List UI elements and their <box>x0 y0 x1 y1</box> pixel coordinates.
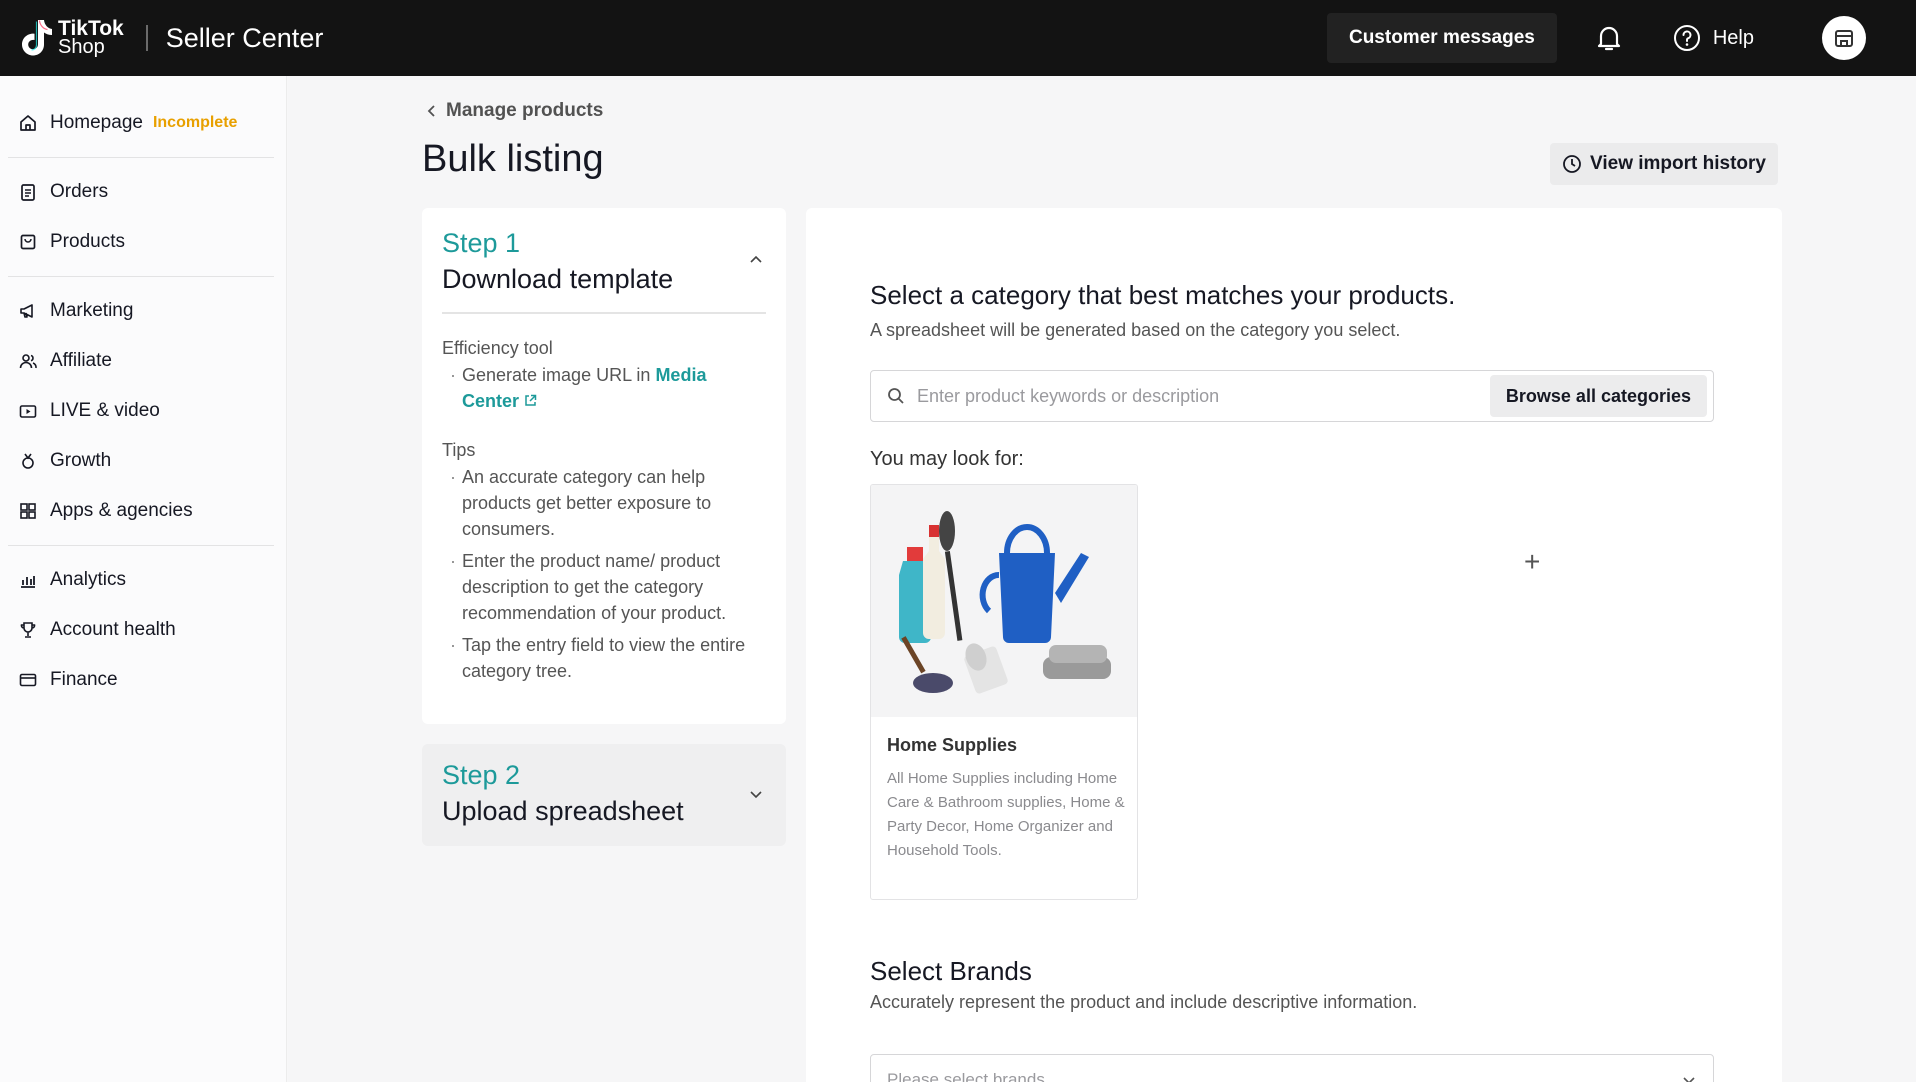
top-bar: TikTok Shop Seller Center Customer messa… <box>0 0 1916 76</box>
card-icon <box>19 673 37 687</box>
package-icon <box>20 234 36 250</box>
you-may-look-for-label: You may look for: <box>870 448 1024 470</box>
tiktok-shop-logo[interactable]: TikTok Shop <box>18 18 124 58</box>
sidebar-item-finance[interactable]: Finance <box>0 655 286 705</box>
browse-all-categories-button[interactable]: Browse all categories <box>1489 375 1707 417</box>
sidebar-item-live-video[interactable]: LIVE & video <box>0 386 286 436</box>
sidebar-item-analytics[interactable]: Analytics <box>0 555 286 605</box>
tip-item: An accurate category can help products g… <box>450 464 760 542</box>
video-icon <box>19 405 37 418</box>
sidebar-item-label: Growth <box>50 450 112 471</box>
external-link-icon <box>525 394 537 406</box>
incomplete-badge: Incomplete <box>152 114 238 131</box>
category-search: Browse all categories <box>870 370 1714 422</box>
header-divider <box>145 25 148 51</box>
clipboard-icon <box>21 184 35 201</box>
sidebar-item-label: Apps & agencies <box>50 500 193 521</box>
sidebar-item-affiliate[interactable]: Affiliate <box>0 336 286 386</box>
step2-label: Step 2 <box>442 760 521 790</box>
tips-label: Tips <box>442 440 476 460</box>
brand-select-placeholder: Please select brands <box>887 1070 1045 1082</box>
sidebar-item-account-health[interactable]: Account health <box>0 605 286 655</box>
medal-icon <box>22 453 34 469</box>
step2-title: Upload spreadsheet <box>442 796 684 826</box>
category-suggestion-name: Home Supplies <box>887 735 1018 755</box>
category-suggestion-description: All Home Supplies including Home Care & … <box>887 770 1125 859</box>
sidebar-item-label: Affiliate <box>50 350 112 371</box>
chevron-left-icon <box>427 105 435 117</box>
chevron-down-icon[interactable] <box>748 788 764 800</box>
shop-avatar[interactable] <box>1822 16 1866 60</box>
customer-messages-button[interactable]: Customer messages <box>1326 13 1557 63</box>
sidebar-item-label: Account health <box>50 619 176 640</box>
view-import-history-button[interactable]: View import history <box>1550 143 1778 185</box>
people-icon <box>19 354 37 369</box>
category-heading: Select a category that best matches your… <box>870 280 1456 310</box>
step1-label: Step 1 <box>442 228 521 258</box>
step1-title: Download template <box>442 264 674 294</box>
sidebar-item-products[interactable]: Products <box>0 217 286 267</box>
chevron-up-icon[interactable] <box>748 254 764 266</box>
clock-icon <box>1563 155 1581 173</box>
home-icon <box>20 115 36 131</box>
home-supplies-illustration <box>899 511 1111 694</box>
breadcrumb-back[interactable]: Manage products <box>426 100 603 122</box>
import-history-label: View import history <box>1590 153 1766 174</box>
home-supplies-image <box>871 485 1137 717</box>
search-icon <box>888 388 904 404</box>
efficiency-bullet: Generate image URL in Media Center <box>450 362 760 414</box>
sidebar-item-homepage[interactable]: Homepage Incomplete <box>0 98 286 148</box>
tip-item: Enter the product name/ product descript… <box>450 548 760 626</box>
chevron-down-icon <box>1683 1077 1695 1082</box>
sidebar-item-growth[interactable]: Growth <box>0 436 286 486</box>
plus-icon: + <box>1524 546 1541 577</box>
main-content: Manage products Bulk listing View import… <box>288 76 1916 1082</box>
sidebar-item-marketing[interactable]: Marketing <box>0 286 286 336</box>
sidebar-item-label: Analytics <box>50 569 127 590</box>
tip-item: Tap the entry field to view the entire c… <box>450 632 760 684</box>
sidebar-divider <box>8 157 274 158</box>
efficiency-tool-label: Efficiency tool <box>442 338 553 358</box>
brands-heading: Select Brands <box>870 956 1032 986</box>
efficiency-text: Generate image URL in <box>462 365 656 385</box>
brands-subtext: Accurately represent the product and inc… <box>870 992 1418 1012</box>
sidebar: Homepage Incomplete Orders Products Mark… <box>0 76 287 1082</box>
category-search-input[interactable] <box>917 376 1490 416</box>
category-subtext: A spreadsheet will be generated based on… <box>870 320 1401 340</box>
step1-card: Step 1 Download template Efficiency tool… <box>422 208 786 724</box>
brand-select[interactable]: Please select brands <box>870 1054 1714 1082</box>
help-label: Help <box>1712 26 1754 49</box>
megaphone-icon <box>20 304 33 318</box>
help-button[interactable]: Help <box>1673 24 1754 52</box>
sidebar-divider <box>8 545 274 546</box>
sidebar-item-orders[interactable]: Orders <box>0 167 286 217</box>
category-suggestion-card[interactable]: Home Supplies All Home Supplies includin… <box>870 484 1138 900</box>
breadcrumb-label: Manage products <box>446 100 604 121</box>
app-title: Seller Center <box>165 22 324 53</box>
store-icon <box>1835 30 1853 47</box>
chart-icon <box>21 576 35 588</box>
bell-icon[interactable] <box>1593 22 1625 54</box>
step2-card[interactable]: Step 2 Upload spreadsheet <box>422 744 786 846</box>
logo-text-shop: Shop <box>58 36 105 58</box>
sidebar-divider <box>8 276 274 277</box>
sidebar-item-label: Marketing <box>50 300 134 321</box>
sidebar-item-label: LIVE & video <box>50 400 160 421</box>
apps-icon <box>20 503 36 519</box>
page-title: Bulk listing <box>422 138 604 180</box>
help-circle-icon <box>1673 25 1700 51</box>
tiktok-logo-icon <box>22 20 52 56</box>
sidebar-item-label: Products <box>50 231 125 252</box>
step1-divider <box>442 312 766 314</box>
sidebar-item-label: Finance <box>50 669 118 690</box>
sidebar-item-label: Homepage <box>50 112 143 133</box>
category-panel: Select a category that best matches your… <box>806 208 1782 1082</box>
sidebar-item-label: Orders <box>50 181 109 202</box>
trophy-icon <box>20 622 36 638</box>
sidebar-item-apps-agencies[interactable]: Apps & agencies <box>0 486 286 536</box>
